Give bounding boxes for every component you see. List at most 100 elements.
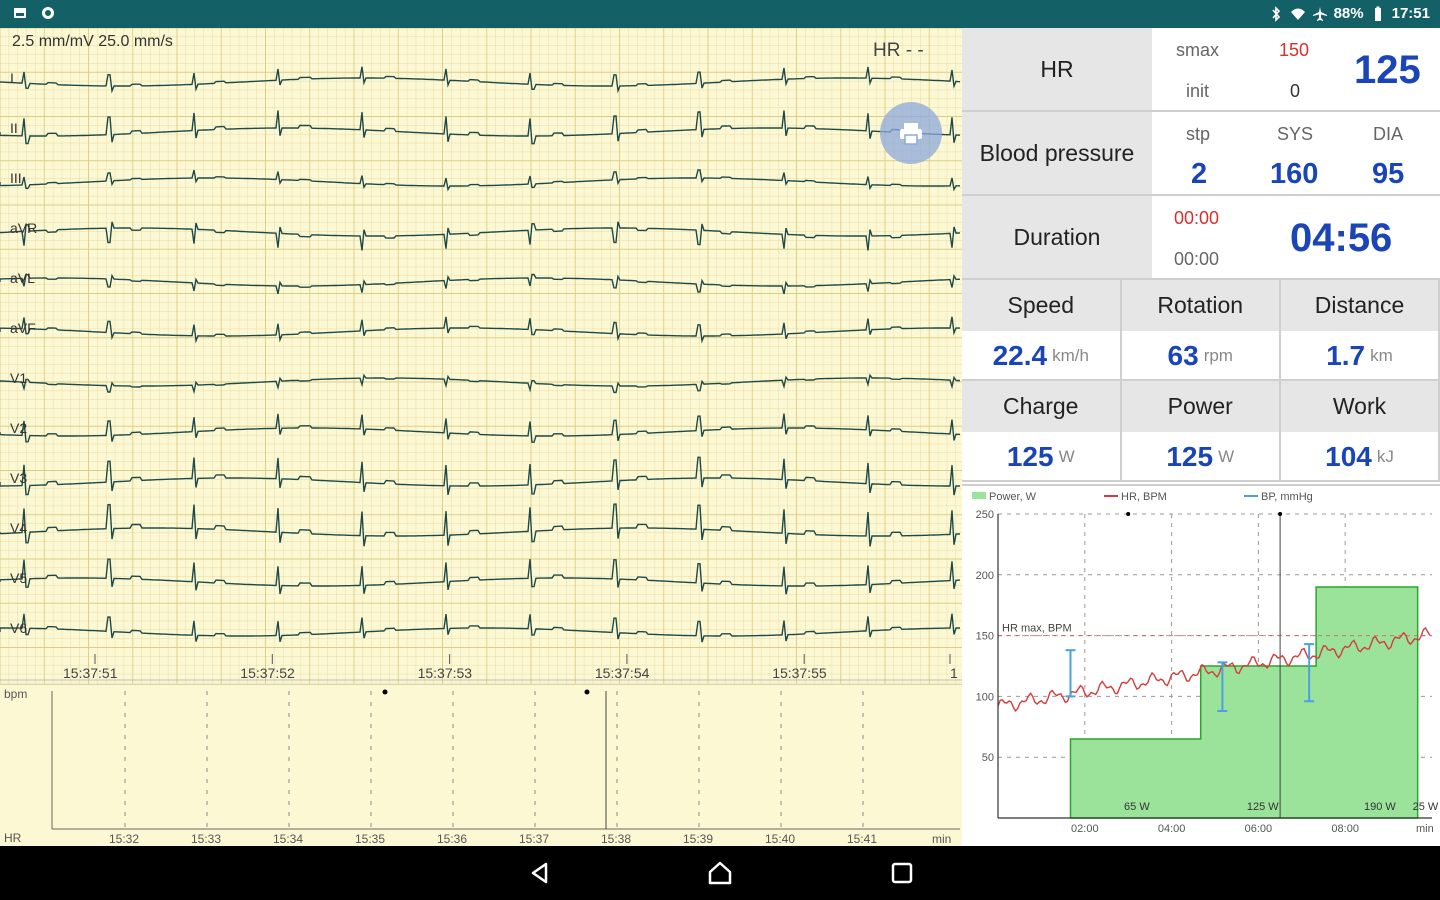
- metric-unit: kJ: [1376, 447, 1394, 466]
- ecg-trace-II: [0, 110, 961, 145]
- smax-value: 150: [1279, 40, 1310, 60]
- lead-label-aVL: aVL: [10, 270, 35, 286]
- y-tick-label: 50: [982, 752, 994, 764]
- stp-value: 2: [1191, 158, 1208, 190]
- metric-value: 22.4: [992, 340, 1048, 371]
- metric-unit: W: [1058, 447, 1075, 466]
- legend-label: BP, mmHg: [1261, 491, 1313, 503]
- ecg-time-label: 15:37:54: [594, 665, 650, 681]
- trend-x-tick: 15:33: [191, 832, 222, 846]
- stats-panel: HR smax 150 init 0 125 Blood pressure st…: [962, 28, 1440, 846]
- metric-value: 1.7: [1326, 340, 1366, 371]
- ecg-trace-V3: [0, 456, 960, 496]
- hr-indicator: HR - -: [873, 40, 924, 61]
- lead-label-I: I: [10, 70, 14, 86]
- sync-icon: [42, 7, 54, 19]
- y-tick-label: 150: [976, 631, 994, 643]
- trend-ylabel: bpm: [4, 687, 28, 701]
- bp-row[interactable]: Blood pressure stp SYS DIA 2 160 95: [962, 112, 1440, 196]
- metric-value: 125: [1166, 441, 1214, 472]
- trend-x-tick: 15:35: [355, 832, 386, 846]
- init-label: init: [1186, 81, 1210, 101]
- legend-label: HR, BPM: [1121, 491, 1167, 503]
- lead-label-V3: V3: [10, 470, 28, 486]
- wifi-icon: [1290, 8, 1305, 20]
- metric-label: Distance: [1281, 280, 1438, 331]
- hr-label: HR: [962, 28, 1152, 110]
- ecg-scale-label: 2.5 mm/mV 25.0 mm/s: [12, 33, 173, 50]
- ecg-time-label: 15:37:55: [772, 665, 827, 681]
- ecg-trace-aVL: [0, 273, 961, 295]
- stp-label: stp: [1186, 124, 1211, 144]
- lead-label-III: III: [10, 170, 22, 186]
- image-icon: [14, 8, 26, 18]
- duration-label: Duration: [962, 196, 1152, 278]
- ecg-trace-V6: [0, 613, 960, 643]
- bluetooth-icon: [1271, 5, 1280, 22]
- lead-label-aVR: aVR: [10, 220, 38, 236]
- sys-label: SYS: [1277, 124, 1314, 144]
- metric-label: Rotation: [1121, 280, 1279, 331]
- metric-work[interactable]: Work 104 kJ: [1281, 381, 1440, 482]
- metric-charge[interactable]: Charge 125 W: [962, 381, 1122, 482]
- x-tick-label: 04:00: [1158, 823, 1186, 835]
- trend-x-tick: 15:37: [519, 832, 550, 846]
- lead-label-II: II: [10, 120, 18, 136]
- power-area: [1069, 586, 1419, 819]
- metric-value: 104: [1325, 441, 1372, 472]
- trend-x-tick: 15:36: [437, 832, 468, 846]
- hr-max-annotation: HR max, BPM: [1002, 623, 1072, 635]
- trend-x-tick: 15:39: [683, 832, 714, 846]
- legend-swatch: [1244, 495, 1258, 497]
- dia-label: DIA: [1373, 124, 1404, 144]
- trend-x-tick: 15:32: [109, 832, 140, 846]
- hr-row[interactable]: HR smax 150 init 0 125: [962, 28, 1440, 112]
- metric-power[interactable]: Power 125 W: [1121, 381, 1281, 482]
- metric-unit: rpm: [1203, 346, 1233, 365]
- navigation-bar: [0, 846, 1440, 900]
- x-tick-label: 06:00: [1245, 823, 1273, 835]
- metric-label: Power: [1121, 381, 1279, 432]
- airplane-icon: [1312, 6, 1327, 21]
- legend-swatch: [972, 492, 986, 499]
- metric-value: 125: [1006, 441, 1054, 472]
- ecg-trace-V2: [0, 413, 961, 443]
- metric-unit: km/h: [1052, 346, 1089, 365]
- duration-red-time: 00:00: [1174, 208, 1220, 228]
- exercise-chart-plot: Power, W HR, BPM BP, mmHg 250 200 150 100 50 02:…: [972, 491, 1439, 835]
- ecg-traces: [0, 28, 962, 684]
- battery-percent: 88%: [1333, 5, 1364, 22]
- ecg-trace-V1: [0, 373, 961, 395]
- lead-label-V4: V4: [10, 520, 28, 536]
- dia-value: 95: [1372, 158, 1405, 190]
- y-tick-label: 100: [976, 691, 994, 703]
- metric-distance[interactable]: Distance 1.7 km: [1281, 280, 1440, 381]
- trend-x-tick: min: [932, 832, 952, 846]
- legend-label: Power, W: [989, 491, 1037, 503]
- duration-row[interactable]: Duration 00:00 00:00 04:56: [962, 196, 1440, 280]
- print-icon: [900, 123, 922, 145]
- duration-value: 04:56: [1290, 216, 1393, 260]
- recents-icon[interactable]: [889, 860, 915, 886]
- power-step-label: 125 W: [1247, 801, 1279, 813]
- metric-unit: W: [1218, 447, 1235, 466]
- ecg-trace-V4: [0, 503, 960, 547]
- metric-label: Charge: [962, 381, 1120, 432]
- home-icon[interactable]: [707, 860, 733, 886]
- metric-label: Speed: [962, 280, 1120, 331]
- back-icon[interactable]: [527, 860, 553, 886]
- legend-swatch: [1104, 495, 1118, 497]
- hr-value: 125: [1354, 48, 1421, 92]
- metric-speed[interactable]: Speed 22.4 km/h: [962, 280, 1122, 381]
- battery-icon: [1374, 6, 1381, 21]
- trend-x-tick: 15:38: [601, 832, 632, 846]
- lead-label-V1: V1: [10, 370, 28, 386]
- power-step-label: 190 W: [1364, 801, 1396, 813]
- lead-label-V2: V2: [10, 420, 28, 436]
- lead-label-aVF: aVF: [10, 320, 36, 336]
- ecg-view[interactable]: 2.5 mm/mV 25.0 mm/s HR - - I II III aVR aVL a…: [0, 28, 962, 684]
- print-button[interactable]: [880, 102, 942, 164]
- metric-rotation[interactable]: Rotation 63 rpm: [1121, 280, 1281, 381]
- ecg-time-label: 15:37:52: [240, 665, 295, 681]
- trend-x-tick: 15:34: [273, 832, 304, 846]
